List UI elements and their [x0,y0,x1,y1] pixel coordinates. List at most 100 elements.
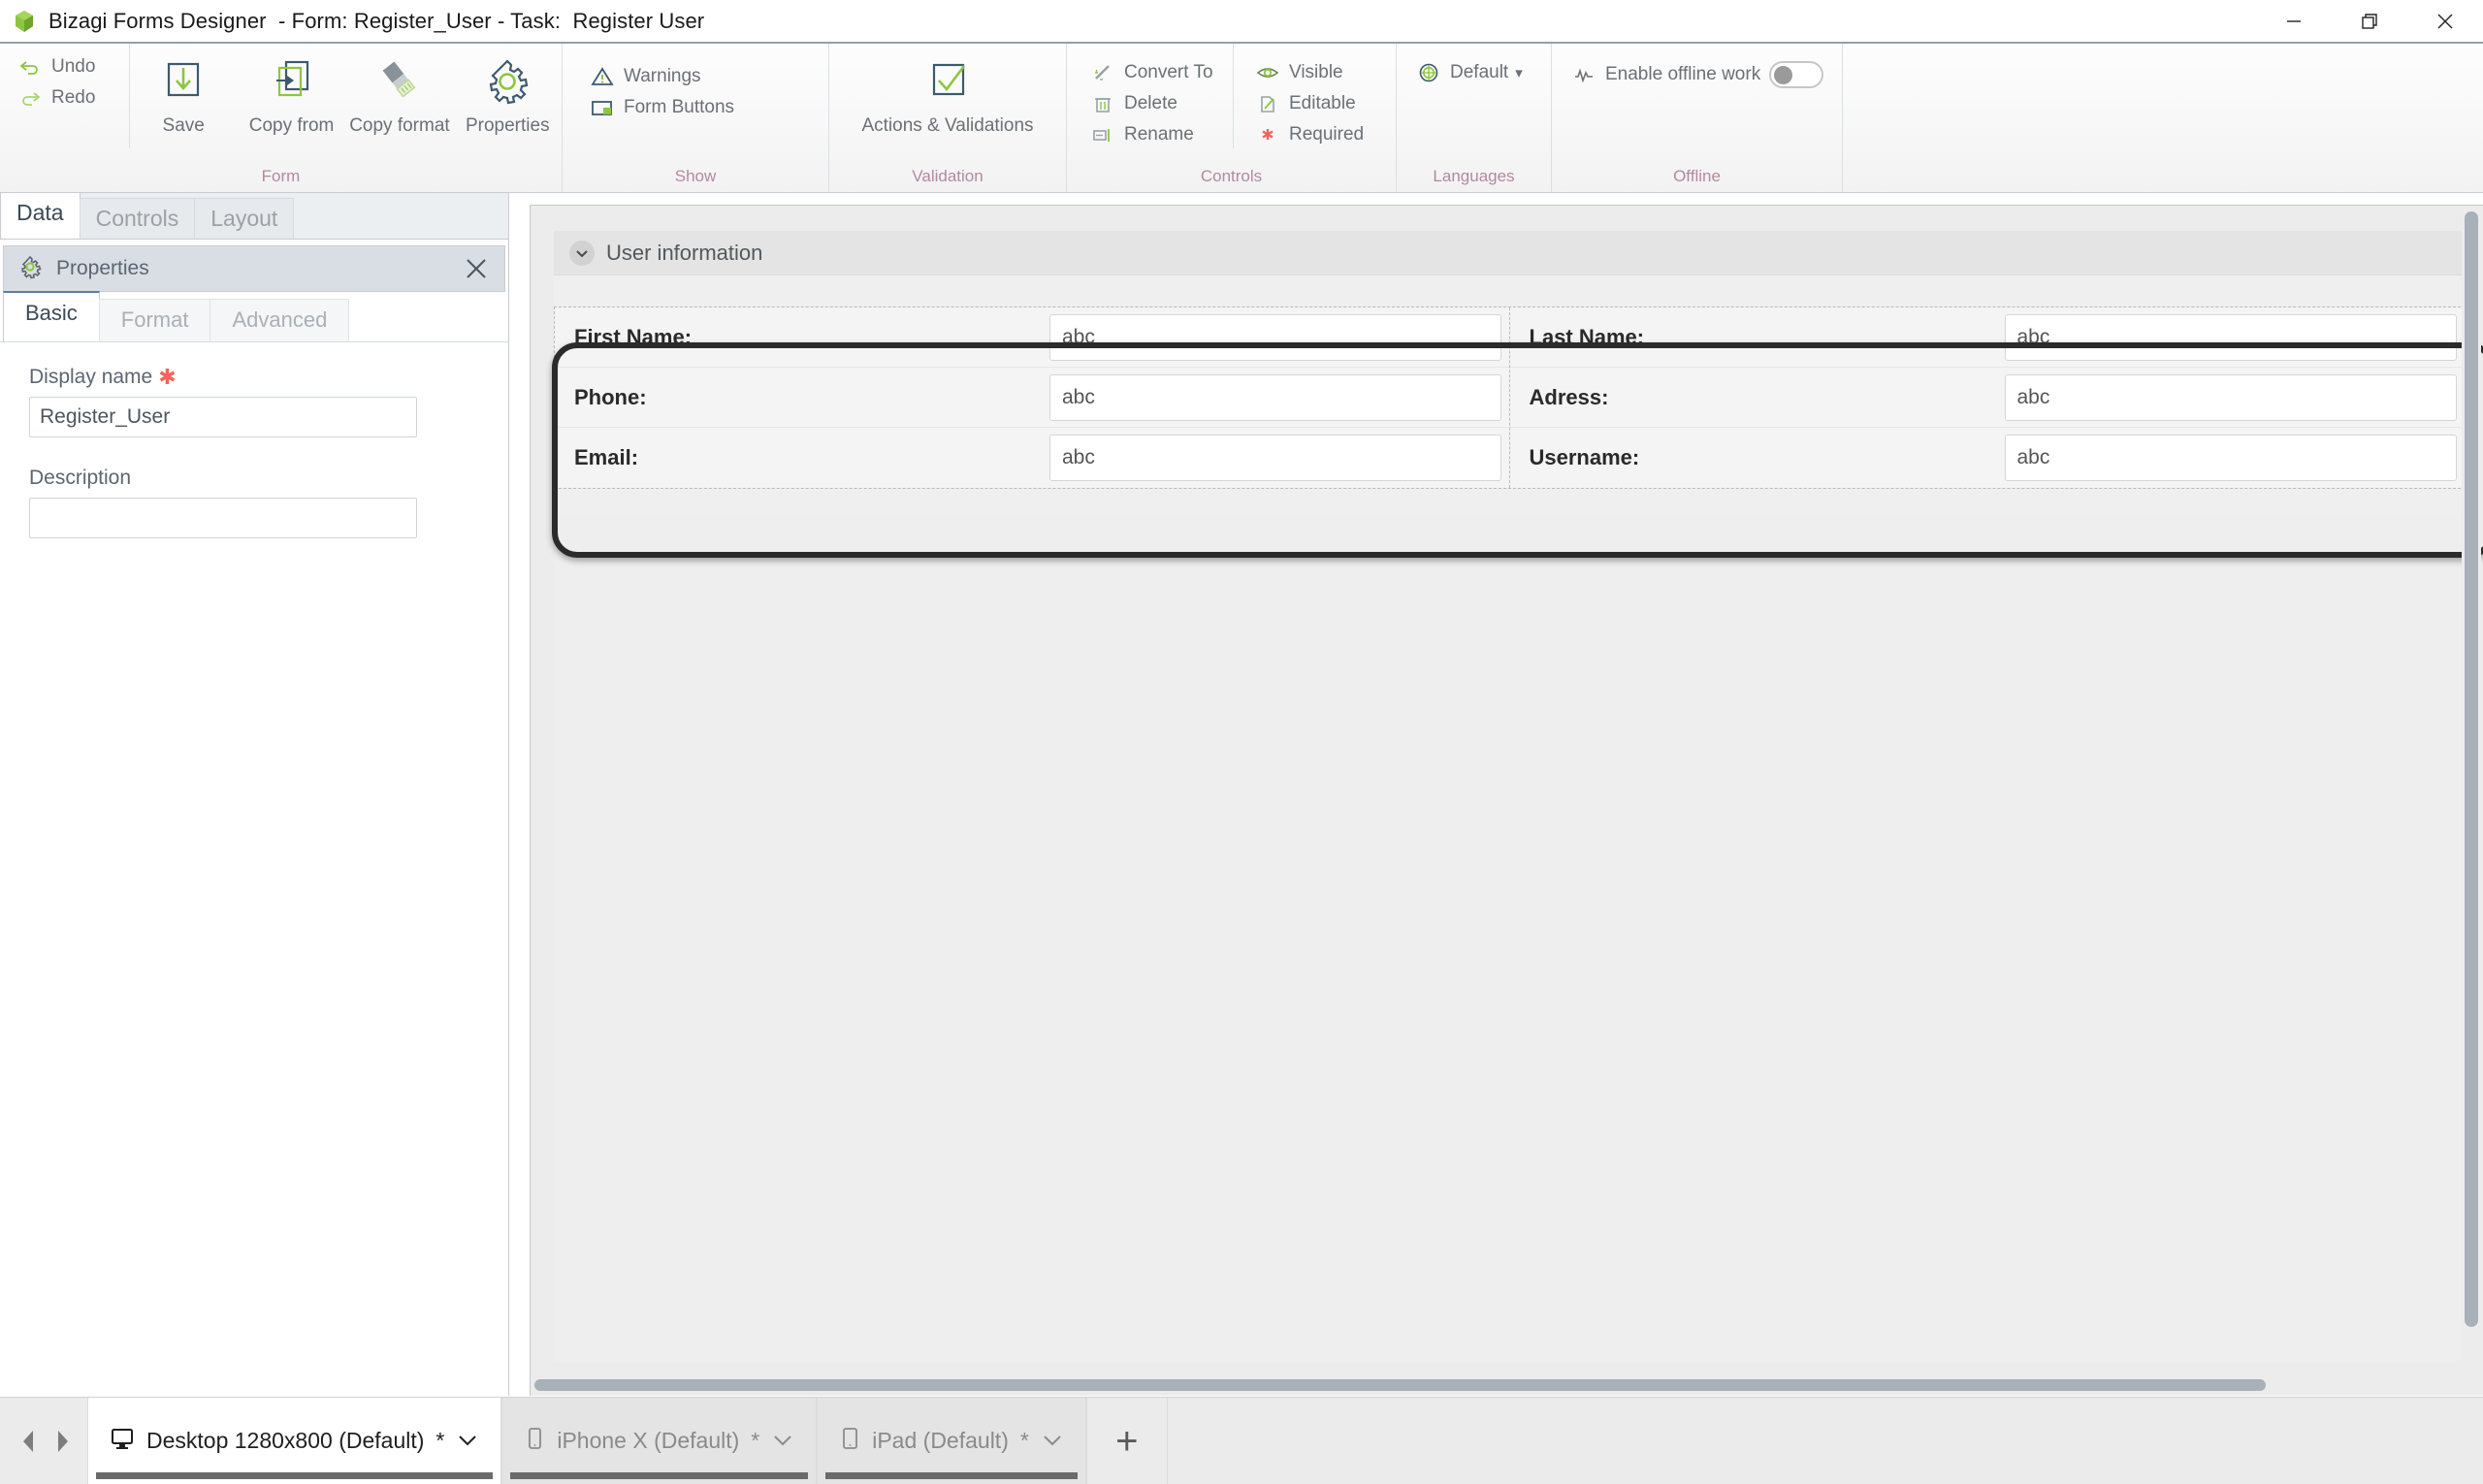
device-tab-ipad-modified: * [1019,1428,1029,1453]
copy-from-label: Copy from [248,115,335,136]
tab-advanced[interactable]: Advanced [210,299,350,341]
form-canvas-frame: User information First Name: abc Phone: … [530,205,2483,1396]
save-icon [156,51,210,112]
properties-button[interactable]: Properties [454,44,562,137]
save-button[interactable]: Save [130,44,238,137]
editable-button[interactable]: Editable [1251,88,1373,119]
section-title: User information [606,240,763,265]
ribbon-group-show: Warnings Form Buttons Show [563,44,829,192]
form-canvas-area: User information First Name: abc Phone: … [510,193,2483,1396]
device-tab-ipad[interactable]: iPad (Default) * [817,1398,1086,1484]
ribbon-group-validation: Actions & Validations Validation [829,44,1067,192]
form-preview: User information First Name: abc Phone: … [554,231,2466,1361]
language-default-label: Default [1450,62,1509,82]
table-row[interactable]: Adress: abc [1509,368,2465,428]
device-tab-iphone-x-modified: * [751,1428,760,1453]
sidebar-tab-layout[interactable]: Layout [194,198,295,239]
delete-label: Delete [1124,93,1177,113]
tab-format[interactable]: Format [98,299,211,341]
description-input[interactable] [29,498,417,538]
ribbon-group-label-validation: Validation [912,167,984,185]
add-device-tab-button[interactable]: + [1085,1398,1168,1484]
properties-panel-title: Properties [56,257,149,279]
section-header-user-information[interactable]: User information [554,231,2466,275]
field-control-email[interactable]: abc [1049,435,1501,481]
rename-button[interactable]: Rename [1086,119,1223,150]
device-tab-desktop[interactable]: Desktop 1280x800 (Default) * [87,1398,502,1484]
properties-tabs: Basic Format Advanced [0,291,508,342]
copy-format-button[interactable]: Copy format [345,44,453,137]
field-control-username[interactable]: abc [2004,435,2457,481]
chevron-down-icon: ▾ [1515,65,1523,81]
canvas-horizontal-scroll-thumb[interactable] [534,1379,2266,1391]
close-icon[interactable] [460,252,493,285]
convert-to-button[interactable]: Convert To [1086,57,1223,88]
undo-label: Undo [51,56,96,77]
save-label: Save [162,115,205,136]
ribbon-group-label-show: Show [674,167,717,185]
offline-toggle[interactable] [1769,61,1824,88]
field-control-first-name[interactable]: abc [1049,313,1501,361]
arrow-left-icon[interactable] [16,1422,43,1461]
ribbon-group-label-offline: Offline [1673,167,1721,185]
table-row[interactable]: Email: abc [555,428,1509,488]
left-panel: Data Controls Layout Properties Basic Fo… [0,192,509,1396]
properties-body: Display name ✱ Description [0,342,508,538]
form-column-right: Last Name: abc Adress: abc Username: abc [1509,307,2465,488]
delete-button[interactable]: Delete [1086,88,1223,119]
canvas-vertical-scrollbar[interactable] [2462,208,2481,1374]
device-tab-bar: Desktop 1280x800 (Default) * iPhone X (D… [0,1397,2483,1484]
table-row[interactable]: First Name: abc [555,307,1509,368]
required-asterisk-icon: ✱ [158,365,177,389]
enable-offline-work-row[interactable]: Enable offline work [1567,57,1833,92]
field-control-last-name[interactable]: abc [2004,313,2457,361]
chevron-down-icon[interactable] [456,1428,479,1454]
required-button[interactable]: Required [1251,119,1373,150]
canvas-horizontal-scrollbar[interactable] [532,1376,2460,1394]
redo-label: Redo [51,87,96,108]
chevron-down-icon[interactable] [1041,1428,1064,1454]
sidebar-tab-controls[interactable]: Controls [79,198,196,239]
device-tab-ipad-label: iPad (Default) [872,1428,1009,1453]
warnings-button[interactable]: Warnings [586,61,744,92]
table-row[interactable]: Username: abc [1509,428,2465,488]
canvas-vertical-scroll-thumb[interactable] [2465,211,2478,1327]
sidebar-tab-data[interactable]: Data [0,192,81,239]
ribbon-group-label-form: Form [261,167,301,185]
ribbon-group-label-controls: Controls [1200,167,1263,185]
table-row[interactable]: Phone: abc [555,368,1509,428]
device-tab-desktop-label: Desktop 1280x800 (Default) [146,1428,425,1453]
field-label-phone: Phone: [574,384,647,409]
device-tab-iphone-x[interactable]: iPhone X (Default) * [501,1398,818,1484]
chevron-down-icon[interactable] [771,1428,794,1454]
device-tab-desktop-modified: * [435,1428,445,1453]
restore-icon[interactable] [2332,0,2407,42]
redo-icon [17,86,43,110]
redo-button[interactable]: Redo [14,82,119,113]
actions-validations-button[interactable]: Actions & Validations [851,44,1045,137]
tab-basic[interactable]: Basic [3,291,100,341]
language-default-dropdown[interactable]: Default ▾ [1412,57,1532,88]
plus-icon: + [1115,1419,1139,1463]
ribbon-group-offline: Enable offline work Offline [1552,44,1843,192]
field-control-adress[interactable]: abc [2004,373,2457,421]
form-grid-wrap: First Name: abc Phone: abc Email: abc La… [554,306,2466,514]
undo-button[interactable]: Undo [14,51,119,82]
ribbon-group-label-languages: Languages [1433,167,1515,185]
visible-label: Visible [1289,62,1343,82]
arrow-right-icon[interactable] [48,1422,76,1461]
device-tab-iphone-x-underline [510,1472,809,1479]
display-name-input[interactable] [29,397,417,437]
copy-from-button[interactable]: Copy from [238,44,345,137]
warning-triangle-icon [590,65,615,88]
ribbon-toolbar: Undo Redo Save Copy from Copy format Pro… [0,42,2483,193]
form-buttons-button[interactable]: Form Buttons [586,92,744,123]
minimize-icon[interactable] [2256,0,2332,42]
gear-icon [17,254,43,284]
chevron-down-icon[interactable] [569,240,595,266]
close-icon[interactable] [2407,0,2483,42]
field-control-phone[interactable]: abc [1049,373,1501,421]
table-row[interactable]: Last Name: abc [1509,307,2465,368]
offline-signal-icon [1571,63,1596,86]
visible-button[interactable]: Visible [1251,57,1373,88]
